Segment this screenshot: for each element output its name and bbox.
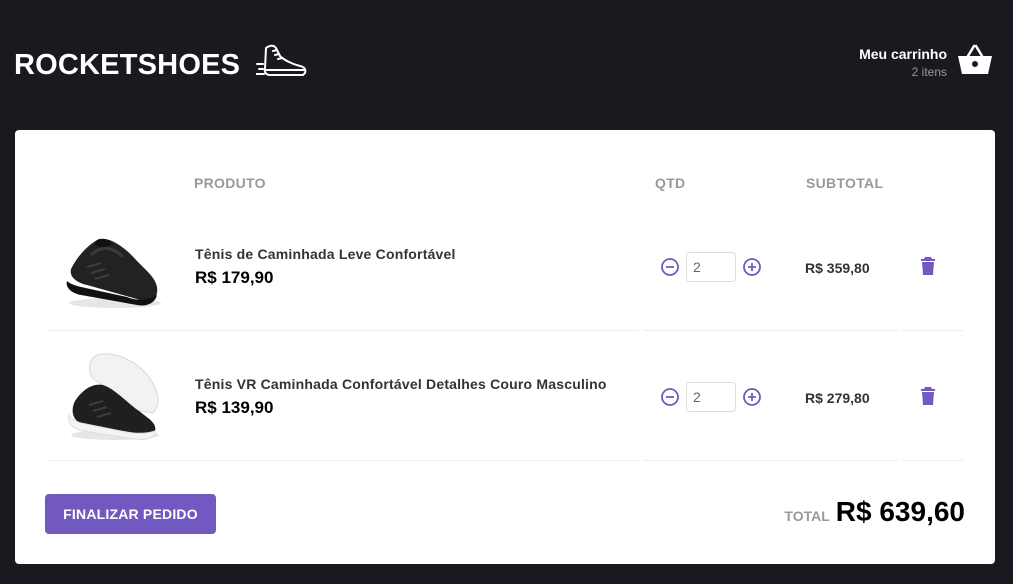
trash-icon[interactable] bbox=[921, 257, 935, 280]
plus-circle-icon bbox=[743, 258, 761, 276]
table-row: Tênis de Caminhada Leve Confortável R$ 1… bbox=[47, 201, 965, 331]
item-subtotal: R$ 359,80 bbox=[805, 260, 870, 276]
cart-title: Meu carrinho bbox=[859, 45, 947, 62]
product-price: R$ 139,90 bbox=[195, 398, 274, 417]
increment-button[interactable] bbox=[742, 387, 762, 407]
order-total: TOTAL R$ 639,60 bbox=[784, 496, 965, 528]
trash-icon[interactable] bbox=[921, 387, 935, 410]
product-info: Tênis de Caminhada Leve Confortável R$ 1… bbox=[195, 246, 456, 288]
cart-count: 2 itens bbox=[911, 64, 947, 79]
product-title: Tênis de Caminhada Leve Confortável bbox=[195, 246, 456, 262]
cart-container: PRODUTO QTD SUBTOTAL Tênis de Caminhada … bbox=[15, 130, 995, 564]
quantity-input[interactable] bbox=[686, 252, 736, 282]
header-qty: QTD bbox=[655, 175, 686, 191]
cart-link[interactable]: Meu carrinho 2 itens bbox=[859, 44, 993, 81]
product-image bbox=[68, 353, 159, 440]
row-divider bbox=[643, 460, 899, 461]
increment-button[interactable] bbox=[742, 257, 762, 277]
item-subtotal: R$ 279,80 bbox=[805, 390, 870, 406]
logo[interactable]: ROCKETSHOES bbox=[14, 44, 308, 85]
cart-text: Meu carrinho 2 itens bbox=[859, 46, 947, 79]
row-divider bbox=[47, 460, 639, 461]
table-row: Tênis VR Caminhada Confortável Detalhes … bbox=[47, 331, 965, 461]
logo-text: ROCKETSHOES bbox=[14, 48, 241, 81]
decrement-button[interactable] bbox=[660, 387, 680, 407]
checkout-button[interactable]: FINALIZAR PEDIDO bbox=[45, 494, 216, 534]
total-label: TOTAL bbox=[784, 508, 830, 524]
total-value: R$ 639,60 bbox=[835, 496, 965, 527]
minus-circle-icon bbox=[661, 388, 679, 406]
sneaker-icon bbox=[255, 42, 308, 85]
quantity-input[interactable] bbox=[686, 382, 736, 412]
product-info: Tênis VR Caminhada Confortável Detalhes … bbox=[195, 376, 607, 418]
plus-circle-icon bbox=[743, 388, 761, 406]
header-product: PRODUTO bbox=[194, 175, 266, 191]
header-subtotal: SUBTOTAL bbox=[806, 175, 884, 191]
quantity-stepper bbox=[660, 382, 762, 412]
row-divider bbox=[903, 460, 963, 461]
minus-circle-icon bbox=[661, 258, 679, 276]
header: ROCKETSHOES Meu carrinho 2 itens bbox=[0, 0, 1013, 130]
product-image bbox=[66, 238, 161, 308]
product-title: Tênis VR Caminhada Confortável Detalhes … bbox=[195, 376, 607, 392]
basket-icon bbox=[957, 44, 993, 81]
quantity-stepper bbox=[660, 252, 762, 282]
decrement-button[interactable] bbox=[660, 257, 680, 277]
product-price: R$ 179,90 bbox=[195, 268, 274, 287]
